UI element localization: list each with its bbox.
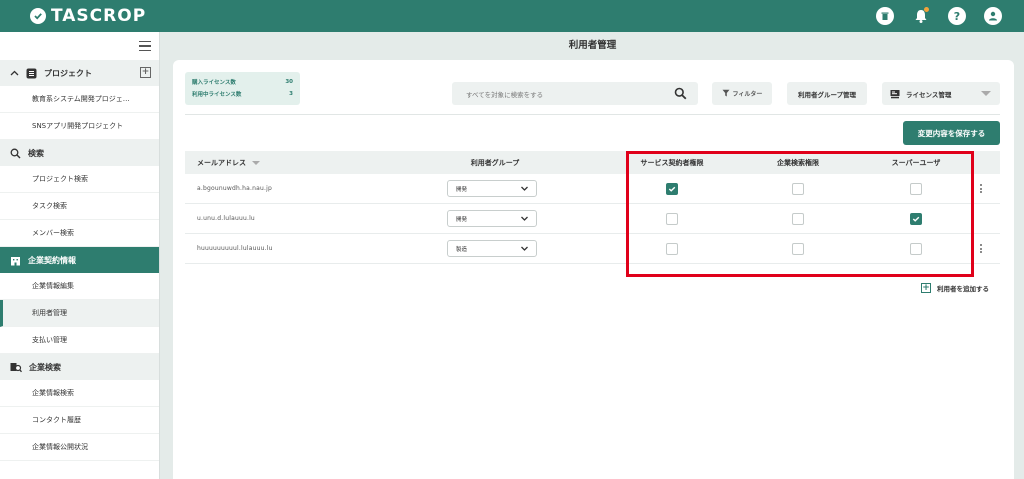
sidebar-section-label: プロジェクト xyxy=(44,68,92,78)
help-icon[interactable]: ? xyxy=(948,7,966,25)
used-license-label: 利用中ライセンス数 xyxy=(192,92,242,98)
dropdown-triangle-icon xyxy=(981,91,991,96)
sidebar-section-search[interactable]: 検索 xyxy=(0,140,159,166)
page-title: 利用者管理 xyxy=(568,40,617,51)
user-avatar-icon[interactable] xyxy=(984,7,1002,25)
top-bar: TASCROP ? xyxy=(0,0,1024,32)
trash-icon[interactable] xyxy=(876,7,894,25)
group-select[interactable]: 製造 xyxy=(447,240,537,257)
sidebar-item-public-status[interactable]: 企業情報公開状況 xyxy=(0,434,159,461)
sidebar-section-projects[interactable]: プロジェクト + xyxy=(0,60,159,86)
sidebar-section-label: 企業契約情報 xyxy=(28,255,76,265)
chevron-down-icon xyxy=(520,184,529,195)
add-user-label: 利用者を追加する xyxy=(937,285,989,293)
email-column-header[interactable]: メールアドレス xyxy=(197,151,260,174)
purchased-license-label: 購入ライセンス数 xyxy=(192,80,236,86)
search-icon[interactable] xyxy=(674,87,687,102)
filter-button[interactable]: フィルター xyxy=(712,82,772,105)
sort-down-icon[interactable] xyxy=(252,160,260,165)
email-cell: u.unu.d.lulauuu.lu xyxy=(197,215,255,222)
email-cell: a.bgounuwdh.ha.nau.jp xyxy=(197,185,272,192)
app-logo[interactable]: TASCROP xyxy=(30,6,146,26)
search-placeholder: すべてを対象に検索をする xyxy=(466,90,544,99)
sidebar-section-label: 企業検索 xyxy=(29,362,61,372)
sidebar-item-company-edit[interactable]: 企業情報編集 xyxy=(0,273,159,300)
user-group-management-button[interactable]: 利用者グループ管理 xyxy=(787,82,867,105)
email-cell: huuuuuuuuul.lulauuu.lu xyxy=(197,245,273,252)
group-select[interactable]: 開発 xyxy=(447,180,537,197)
group-column-header: 利用者グループ xyxy=(470,158,520,167)
chevron-down-icon xyxy=(520,244,529,255)
sidebar-item-payment[interactable]: 支払い管理 xyxy=(0,327,159,354)
sidebar-item-task-search[interactable]: タスク検索 xyxy=(0,193,159,220)
save-changes-button[interactable]: 変更内容を保存する xyxy=(903,121,1000,145)
sidebar-item-project[interactable]: SNSアプリ開発プロジェクト xyxy=(0,113,159,140)
add-user-button[interactable]: + 利用者を追加する xyxy=(921,283,989,293)
check-logo-icon xyxy=(30,8,46,24)
project-list-icon xyxy=(26,68,37,79)
company-search-icon xyxy=(10,362,22,373)
permissions-highlight-box xyxy=(626,151,974,277)
purchased-license-value: 30 xyxy=(285,79,293,85)
sidebar-item-member-search[interactable]: メンバー検索 xyxy=(0,220,159,247)
plus-icon: + xyxy=(921,283,931,293)
chevron-down-icon xyxy=(520,214,529,225)
row-menu-icon[interactable] xyxy=(980,184,982,193)
sidebar-item-project-search[interactable]: プロジェクト検索 xyxy=(0,166,159,193)
sidebar-section-label: 検索 xyxy=(28,148,44,158)
sidebar-item-company-info-search[interactable]: 企業情報検索 xyxy=(0,380,159,407)
sidebar-section-contract[interactable]: 企業契約情報 xyxy=(0,247,159,273)
filter-icon xyxy=(722,89,730,99)
search-icon xyxy=(10,148,21,159)
sidebar-item-project[interactable]: 教育系システム開発プロジェ… xyxy=(0,86,159,113)
sidebar-section-company-search[interactable]: 企業検索 xyxy=(0,354,159,380)
add-project-button[interactable]: + xyxy=(140,67,151,78)
sidebar-item-contact-history[interactable]: コンタクト履歴 xyxy=(0,407,159,434)
used-license-value: 3 xyxy=(289,91,293,97)
row-menu-icon[interactable] xyxy=(980,244,982,253)
hamburger-menu-icon[interactable] xyxy=(139,41,151,51)
sidebar-item-user-management[interactable]: 利用者管理 xyxy=(0,300,159,327)
license-icon xyxy=(890,89,900,99)
divider xyxy=(185,114,1000,115)
app-name: TASCROP xyxy=(51,6,147,26)
filter-label: フィルター xyxy=(732,91,763,98)
chevron-up-icon[interactable] xyxy=(10,70,19,76)
license-management-select[interactable]: ライセンス管理 xyxy=(882,82,1000,105)
building-icon xyxy=(10,255,21,266)
license-select-label: ライセンス管理 xyxy=(906,90,952,99)
notification-bell-icon[interactable] xyxy=(912,7,930,25)
notification-dot xyxy=(924,7,929,12)
sidebar: プロジェクト + 教育系システム開発プロジェ… SNSアプリ開発プロジェクト 検… xyxy=(0,32,160,479)
search-input[interactable]: すべてを対象に検索をする xyxy=(452,82,698,105)
license-summary: 購入ライセンス数 30 利用中ライセンス数 3 xyxy=(185,72,300,105)
group-select[interactable]: 開発 xyxy=(447,210,537,227)
